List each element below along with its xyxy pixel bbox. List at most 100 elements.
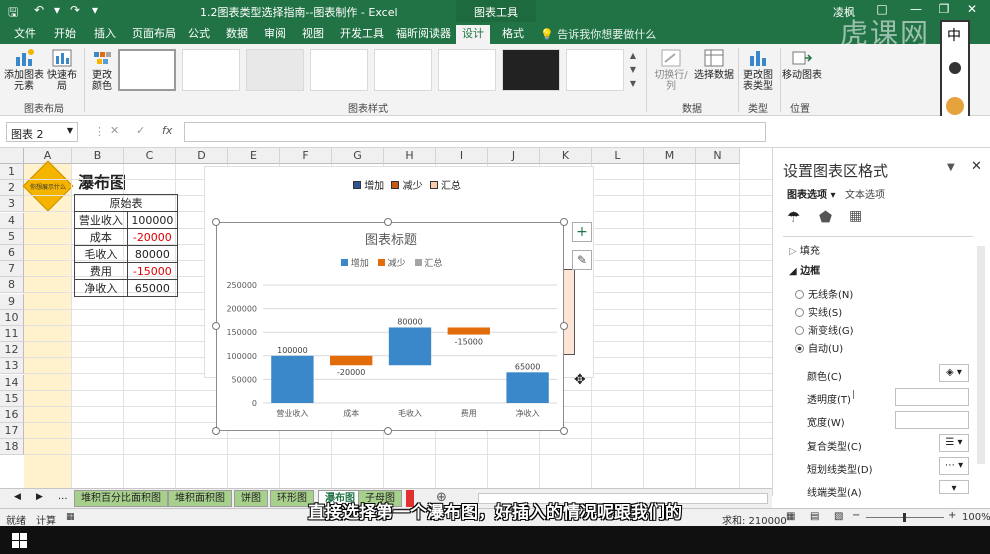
chart-style-2[interactable]	[182, 49, 240, 91]
effects-pentagon-icon[interactable]: ⬟	[819, 208, 832, 226]
column-header[interactable]: N	[696, 148, 740, 164]
tab-formulas[interactable]: 公式	[182, 25, 216, 44]
waterfall-chart[interactable]: 图表标题 增加 减少 汇总 0 50000 100000 150000 200000 25…	[216, 222, 564, 431]
switch-row-column-button[interactable]: 切换行/列	[650, 48, 692, 92]
chart-style-4[interactable]	[310, 49, 368, 91]
tab-file[interactable]: 文件	[8, 25, 42, 44]
chart-style-3[interactable]	[246, 49, 304, 91]
add-chart-element-button[interactable]: 添加图表元素	[4, 48, 44, 92]
row-header[interactable]: 13	[0, 358, 24, 375]
width-input[interactable]	[895, 411, 969, 429]
resize-handle[interactable]	[384, 218, 392, 226]
row-header[interactable]: 17	[0, 423, 24, 440]
tab-foxit[interactable]: 福昕阅读器	[390, 25, 457, 44]
transparency-input[interactable]	[895, 388, 969, 406]
tab-developer[interactable]: 开发工具	[334, 25, 390, 44]
radio-solid-line[interactable]: 实线(S)	[795, 304, 842, 319]
size-properties-icon[interactable]: ▦	[849, 208, 862, 224]
change-colors-button[interactable]: 更改颜色	[88, 48, 116, 92]
pane-close-icon[interactable]: ✕	[971, 159, 982, 174]
row-header[interactable]: 11	[0, 326, 24, 342]
resize-handle[interactable]	[560, 427, 568, 435]
resize-handle[interactable]	[212, 427, 220, 435]
tab-page-layout[interactable]: 页面布局	[126, 25, 182, 44]
formula-input[interactable]	[184, 122, 766, 142]
row-header[interactable]: 4	[0, 212, 24, 229]
tab-home[interactable]: 开始	[48, 25, 82, 44]
tab-data[interactable]: 数据	[220, 25, 254, 44]
row-header[interactable]: 12	[0, 342, 24, 359]
resize-handle[interactable]	[384, 427, 392, 435]
radio-no-line[interactable]: 无线条(N)	[795, 286, 853, 301]
chart-style-1[interactable]	[118, 49, 176, 91]
row-header[interactable]: 6	[0, 245, 24, 261]
undo-icon[interactable]: ↶	[34, 3, 44, 17]
row-header[interactable]: 14	[0, 374, 24, 391]
resize-handle[interactable]	[560, 322, 568, 330]
color-picker[interactable]: ◈ ▾	[939, 364, 969, 382]
row-header[interactable]: 7	[0, 261, 24, 278]
row-header[interactable]: 1	[0, 164, 24, 180]
column-header[interactable]: M	[644, 148, 696, 164]
chart-elements-plus-icon[interactable]: +	[572, 222, 592, 242]
table-cell-label[interactable]: 成本	[74, 228, 128, 246]
select-all-corner[interactable]	[0, 148, 24, 164]
table-cell-label[interactable]: 净收入	[74, 279, 128, 297]
pane-scrollbar[interactable]	[977, 246, 985, 464]
column-header[interactable]: B	[72, 148, 124, 164]
table-cell-label[interactable]: 费用	[74, 262, 128, 280]
compound-type-dropdown[interactable]: ☰ ▾	[939, 434, 969, 452]
close-icon[interactable]: ✕	[962, 2, 982, 20]
column-header[interactable]: K	[540, 148, 592, 164]
table-cell-value[interactable]: 65000	[126, 279, 179, 297]
save-icon[interactable]: 🖫	[8, 3, 18, 24]
resize-handle[interactable]	[560, 218, 568, 226]
undo-dropdown-icon[interactable]: ▾	[54, 3, 60, 17]
tab-design[interactable]: 设计	[456, 25, 490, 44]
bar-decrease[interactable]	[447, 327, 490, 335]
radio-automatic[interactable]: 自动(U)	[795, 340, 843, 355]
chart-styles-brush-icon[interactable]: ✎	[572, 250, 592, 270]
gallery-scroll-icon[interactable]: ▲ ▼ ▼	[628, 49, 638, 91]
row-header[interactable]: 8	[0, 277, 24, 294]
insert-function-icon[interactable]: fx	[162, 124, 172, 137]
transparency-slider[interactable]	[853, 390, 854, 399]
row-header[interactable]: 16	[0, 407, 24, 423]
tell-me-search[interactable]: 💡 告诉我你想要做什么	[540, 26, 656, 42]
chart-style-7[interactable]	[502, 49, 560, 91]
tab-format[interactable]: 格式	[496, 25, 530, 44]
customize-qat-icon[interactable]: ▾	[92, 3, 98, 17]
cancel-icon[interactable]: ✕	[110, 124, 119, 137]
tab-view[interactable]: 视图	[296, 25, 330, 44]
row-header[interactable]: 5	[0, 228, 24, 245]
move-chart-button[interactable]: 移动图表	[782, 48, 822, 81]
row-header[interactable]: 10	[0, 309, 24, 326]
windows-start-icon[interactable]	[12, 533, 28, 548]
resize-handle[interactable]	[212, 218, 220, 226]
table-cell-label[interactable]: 毛收入	[74, 245, 128, 263]
row-header[interactable]: 3	[0, 196, 24, 213]
column-header[interactable]: C	[124, 148, 176, 164]
table-cell-label[interactable]: 营业收入	[74, 211, 128, 229]
chart-style-8[interactable]	[566, 49, 624, 91]
fill-line-icon[interactable]: ☂	[787, 208, 800, 226]
section-border[interactable]: ◢ 边框	[789, 262, 820, 277]
column-header[interactable]: J	[488, 148, 540, 164]
table-cell-value[interactable]: 100000	[126, 211, 179, 229]
chart-style-5[interactable]	[374, 49, 432, 91]
table-cell-value[interactable]: 80000	[126, 245, 179, 263]
tab-review[interactable]: 审阅	[258, 25, 292, 44]
dash-type-dropdown[interactable]: ⋯ ▾	[939, 457, 969, 475]
name-box[interactable]: 图表 2 ▼	[6, 122, 78, 142]
enter-icon[interactable]: ✓	[136, 124, 145, 137]
column-header[interactable]: I	[436, 148, 488, 164]
tab-text-options[interactable]: 文本选项	[845, 186, 885, 201]
select-data-button[interactable]: 选择数据	[694, 48, 734, 81]
row-header[interactable]: 18	[0, 439, 24, 456]
column-header[interactable]: L	[592, 148, 644, 164]
bar-total[interactable]	[506, 372, 549, 403]
row-header[interactable]: 2	[0, 180, 24, 197]
radio-gradient-line[interactable]: 渐变线(G)	[795, 322, 854, 337]
bar-increase[interactable]	[388, 327, 432, 366]
quick-layout-button[interactable]: 快速布局	[44, 48, 80, 92]
